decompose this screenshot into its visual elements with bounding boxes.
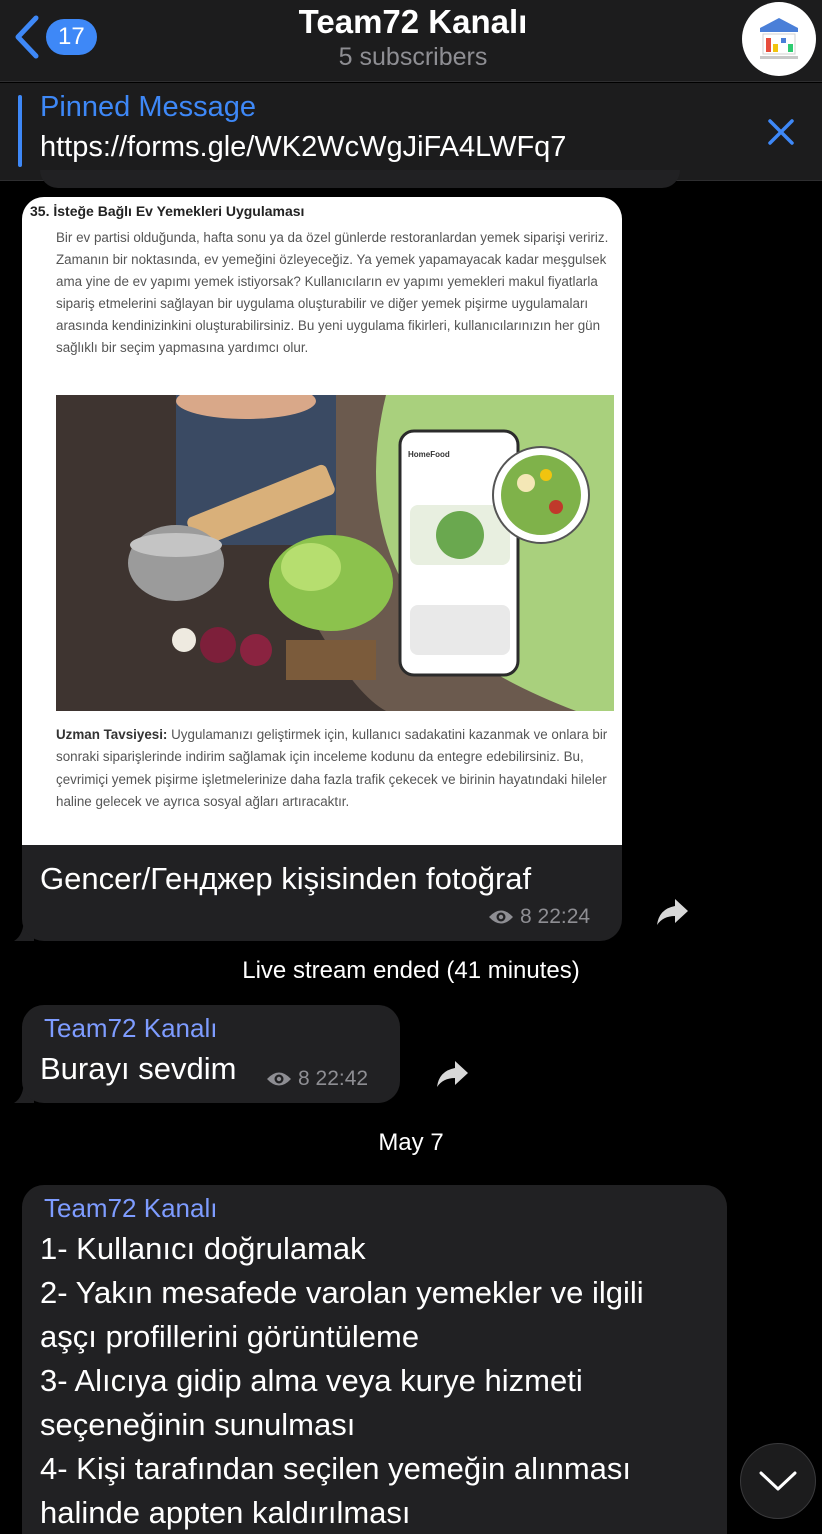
doc-body: Bir ev partisi olduğunda, hafta sonu ya … <box>56 230 609 355</box>
message-time: 22:24 <box>537 905 591 928</box>
chat-subtitle: 5 subscribers <box>338 43 488 71</box>
text-message[interactable]: Team72 Kanalı 1- Kullanıcı doğrulamak 2-… <box>22 1185 727 1534</box>
eye-icon <box>267 1072 291 1086</box>
forward-icon[interactable] <box>435 1059 469 1089</box>
shared-photo[interactable]: 35. İsteğe Bağlı Ev Yemekleri Uygulaması… <box>22 197 622 845</box>
chevron-left-icon <box>15 15 39 59</box>
message-line: 4- Kişi tarafından seçilen yemeğin alınm… <box>40 1451 632 1486</box>
message-time: 22:42 <box>315 1067 369 1090</box>
pinned-message-bar[interactable]: Pinned Message https://forms.gle/WK2WcWg… <box>0 83 822 181</box>
unread-count-badge: 17 <box>46 19 97 55</box>
chat-title: Team72 Kanalı <box>298 3 528 40</box>
close-icon[interactable] <box>764 115 798 149</box>
chat-title-area[interactable]: Team72 Kanalı 5 subscribers <box>200 2 626 72</box>
back-button[interactable]: 17 <box>12 14 97 60</box>
message-meta: 8 22:24 <box>488 905 590 929</box>
author-name[interactable]: Team72 Kanalı <box>44 1013 217 1044</box>
author-name[interactable]: Team72 Kanalı <box>44 1193 217 1224</box>
message-line: 3- Alıcıya gidip alma veya kurye hizmeti <box>40 1363 583 1398</box>
message-line: 2- Yakın mesafede varolan yemekler ve il… <box>40 1275 644 1310</box>
building-icon <box>760 18 798 59</box>
doc-tip-label: Uzman Tavsiyesi: <box>56 727 168 742</box>
pinned-label: Pinned Message <box>40 91 257 123</box>
doc-tip: Uzman Tavsiyesi: Uygulamanızı geliştirme… <box>56 724 616 814</box>
pinned-indicator <box>18 95 22 167</box>
doc-title: 35. İsteğe Bağlı Ev Yemekleri Uygulaması <box>30 203 305 219</box>
message-line: halinde appten kaldırılması <box>40 1495 411 1530</box>
chat-header: 17 Team72 Kanalı 5 subscribers <box>0 0 822 82</box>
photo-message[interactable]: 35. İsteğe Bağlı Ev Yemekleri Uygulaması… <box>22 197 622 941</box>
scroll-to-bottom-button[interactable] <box>740 1443 816 1519</box>
app-name: HomeFood <box>408 450 450 459</box>
message-line: 1- Kullanıcı doğrulamak <box>40 1231 366 1266</box>
channel-avatar[interactable] <box>742 2 816 76</box>
view-count: 8 <box>298 1067 310 1090</box>
chevron-down-icon <box>759 1471 797 1491</box>
service-message: Live stream ended (41 minutes) <box>242 957 580 984</box>
eye-icon <box>489 910 513 924</box>
date-separator: May 7 <box>378 1129 444 1156</box>
message-meta: 8 22:42 <box>266 1067 368 1091</box>
previous-message-edge <box>40 170 680 188</box>
pinned-text[interactable]: https://forms.gle/WK2WcWgJiFA4LWFq7 <box>40 131 566 164</box>
forward-icon[interactable] <box>655 897 689 927</box>
message-line: aşçı profillerini görüntüleme <box>40 1319 420 1354</box>
view-count: 8 <box>520 905 532 928</box>
message-line: seçeneğinin sunulması <box>40 1407 356 1442</box>
photo-caption: Gencer/Генджер kişisinden fotoğraf <box>40 861 532 896</box>
message-text: Burayı sevdim <box>40 1051 237 1086</box>
text-message[interactable]: Team72 Kanalı Burayı sevdim 8 22:42 <box>22 1005 400 1103</box>
food-app-illustration: HomeFood <box>56 395 614 711</box>
